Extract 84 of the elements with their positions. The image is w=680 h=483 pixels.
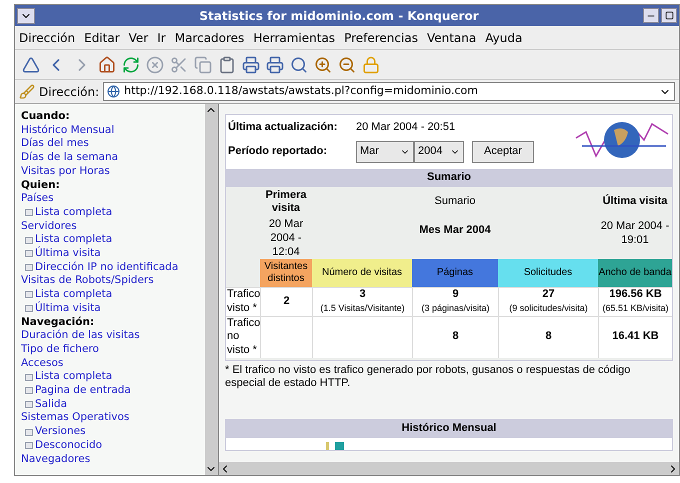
value-text: 27 bbox=[542, 288, 555, 302]
bar-icon bbox=[335, 442, 344, 450]
nav-link[interactable]: Última visita bbox=[35, 302, 101, 316]
nav-link[interactable]: Histórico Mensual bbox=[21, 124, 114, 136]
bar-icon bbox=[326, 442, 329, 450]
section-heading: Cuando: bbox=[21, 110, 71, 124]
nav-link[interactable]: Duración de las visitas bbox=[21, 329, 140, 342]
section-header: Sumario bbox=[226, 169, 672, 187]
section-heading: Quien: bbox=[21, 178, 61, 192]
nav-link[interactable]: Dirección IP no identificada bbox=[35, 260, 178, 274]
nav-link[interactable]: Visitas de Robots/Spiders bbox=[21, 274, 154, 286]
detail-text: (3 páginas/visita) bbox=[421, 302, 490, 315]
detail-text: (1.5 Visitas/Visitante) bbox=[320, 302, 405, 315]
nav-link[interactable]: Lista completa bbox=[35, 370, 112, 384]
brush-icon[interactable] bbox=[19, 84, 35, 100]
column-header: Visitantes distintos bbox=[260, 259, 312, 288]
nav-link[interactable]: Accesos bbox=[21, 356, 64, 369]
value-text: 16.41 KB bbox=[612, 330, 659, 344]
nav-link[interactable]: Lista completa bbox=[35, 288, 112, 302]
footnote-text: * El trafico no visto es trafico generado por robots, gusanos o respuestas de código especial de estado HTTP. bbox=[225, 364, 632, 392]
column-header: Páginas bbox=[412, 259, 498, 288]
field-label: Período reportado: bbox=[228, 145, 328, 159]
period-value: Mes Mar 2004 bbox=[419, 224, 491, 238]
maximize-icon bbox=[664, 11, 674, 20]
last-update-value: 20 Mar 2004 - 20:51 bbox=[356, 121, 456, 135]
nav-link[interactable]: Visitas por Horas bbox=[21, 164, 110, 177]
menu-item[interactable]: Ayuda bbox=[485, 28, 522, 46]
nav-link[interactable]: Versiones bbox=[35, 425, 86, 439]
nav-link[interactable]: Sistemas Operativos bbox=[21, 411, 130, 424]
nav-link[interactable]: Última visita bbox=[35, 247, 101, 261]
menu-item[interactable]: Marcadores bbox=[174, 28, 244, 46]
nav-link[interactable]: Tipo de fichero bbox=[21, 342, 99, 355]
month-select[interactable]: Mar bbox=[356, 141, 414, 163]
menu-item[interactable]: Ventana bbox=[426, 28, 476, 46]
window-title: Statistics for midominio.com - Konqueror bbox=[198, 8, 480, 24]
last-visit-value: 20 Mar 2004 - 19:01 bbox=[600, 220, 670, 248]
nav-link[interactable]: Países bbox=[21, 192, 54, 204]
column-header: Número de visitas bbox=[312, 259, 412, 288]
nav-link[interactable]: Lista completa bbox=[35, 233, 112, 248]
menu-item[interactable]: Editar bbox=[84, 28, 120, 46]
minimize-button[interactable] bbox=[643, 8, 659, 23]
year-select[interactable]: 2004 bbox=[414, 141, 464, 163]
nav-link[interactable]: Desconocido bbox=[35, 438, 102, 453]
accept-button[interactable]: Aceptar bbox=[472, 141, 534, 163]
column-heading: Última visita bbox=[602, 194, 668, 208]
nav-link[interactable]: Pagina de entrada bbox=[35, 384, 131, 398]
menu-item[interactable]: Herramientas bbox=[253, 28, 336, 46]
value-text: 8 bbox=[545, 330, 552, 344]
url-text: http://192.168.0.118/awstats/awstats.pl?config=midominio.com bbox=[124, 83, 479, 100]
field-label: Última actualización: bbox=[228, 121, 338, 135]
nav-link[interactable]: Salida bbox=[35, 398, 68, 412]
menu-item[interactable]: Ver bbox=[128, 28, 148, 46]
nav-link[interactable]: Lista completa bbox=[35, 206, 112, 220]
section-heading: Navegación: bbox=[21, 316, 96, 330]
menu-item[interactable]: Preferencias bbox=[344, 28, 418, 46]
value-text: 8 bbox=[452, 330, 459, 344]
nav-link[interactable]: Días del mes bbox=[21, 137, 89, 150]
nav-link[interactable]: Días de la semana bbox=[21, 151, 118, 164]
scrollbar[interactable] bbox=[205, 104, 218, 475]
column-header: Ancho de banda bbox=[598, 259, 672, 288]
nav-link[interactable]: Navegadores bbox=[21, 452, 90, 465]
value-text: 196.56 KB bbox=[609, 288, 662, 302]
window-menu-button[interactable] bbox=[17, 8, 35, 24]
maximize-button[interactable] bbox=[661, 8, 677, 23]
address-label: Dirección: bbox=[39, 84, 100, 100]
menu-item[interactable]: Ir bbox=[157, 28, 166, 46]
value-text: 9 bbox=[452, 288, 459, 302]
address-field[interactable]: http://192.168.0.118/awstats/awstats.pl?config=midominio.com bbox=[103, 82, 675, 101]
value-text: 3 bbox=[359, 288, 366, 302]
nav-link[interactable]: Servidores bbox=[21, 220, 77, 232]
row-label: Trafico visto * bbox=[226, 287, 260, 316]
column-heading: Primera visita bbox=[264, 188, 308, 216]
section-header: Histórico Mensual bbox=[226, 420, 672, 438]
value-text: 2 bbox=[283, 295, 290, 309]
horizontal-scrollbar[interactable] bbox=[219, 462, 679, 475]
row-label: Trafico no visto * bbox=[226, 316, 260, 358]
first-visit-value: 20 Mar 2004 - 12:04 bbox=[268, 218, 304, 260]
globe-icon bbox=[107, 85, 120, 98]
menu-item[interactable]: Dirección bbox=[19, 28, 76, 46]
column-header: Solicitudes bbox=[498, 259, 598, 288]
detail-text: (65.51 KB/visita) bbox=[602, 302, 669, 315]
list-icon bbox=[25, 209, 33, 216]
detail-text: (9 solicitudes/visita) bbox=[509, 302, 588, 315]
summary-label: Sumario bbox=[434, 194, 476, 208]
